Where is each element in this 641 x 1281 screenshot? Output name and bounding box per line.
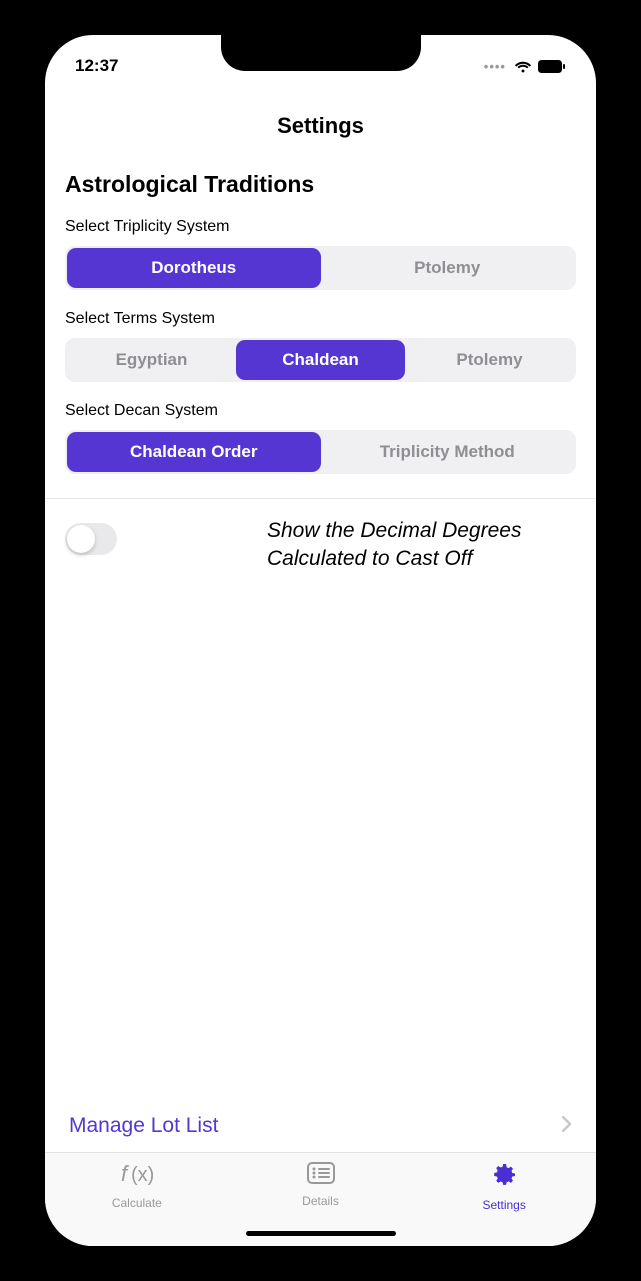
section-title: Astrological Traditions <box>65 171 576 198</box>
triplicity-segmented[interactable]: Dorotheus Ptolemy <box>65 246 576 290</box>
home-indicator[interactable] <box>246 1231 396 1236</box>
wifi-icon <box>514 60 532 73</box>
chevron-right-icon <box>562 1116 572 1137</box>
segment-ptolemy-terms[interactable]: Ptolemy <box>405 340 574 380</box>
terms-label: Select Terms System <box>65 310 576 328</box>
decimal-degrees-label: Show the Decimal Degrees Calculated to C… <box>267 517 566 574</box>
tab-calculate[interactable]: f(x) Calculate <box>45 1161 229 1212</box>
segment-dorotheus[interactable]: Dorotheus <box>67 248 321 288</box>
segment-ptolemy-trip[interactable]: Ptolemy <box>321 248 575 288</box>
fx-icon: f(x) <box>121 1161 153 1192</box>
segment-egyptian[interactable]: Egyptian <box>67 340 236 380</box>
decan-label: Select Decan System <box>65 402 576 420</box>
segment-chaldean[interactable]: Chaldean <box>236 340 405 380</box>
divider <box>45 498 596 499</box>
triplicity-label: Select Triplicity System <box>65 218 576 236</box>
battery-icon <box>538 60 566 73</box>
segment-triplicity-method[interactable]: Triplicity Method <box>321 432 575 472</box>
svg-text:(x): (x) <box>131 1164 153 1186</box>
manage-lot-list-label: Manage Lot List <box>69 1114 218 1138</box>
manage-lot-list-row[interactable]: Manage Lot List <box>65 1100 576 1152</box>
page-title: Settings <box>45 113 596 139</box>
tab-label: Details <box>302 1194 339 1208</box>
decimal-degrees-toggle[interactable] <box>65 523 117 555</box>
segment-chaldean-order[interactable]: Chaldean Order <box>67 432 321 472</box>
status-time: 12:37 <box>75 56 118 76</box>
tab-label: Calculate <box>112 1196 162 1210</box>
cellular-dots: •••• <box>484 59 506 74</box>
tab-settings[interactable]: Settings <box>412 1161 596 1212</box>
decan-segmented[interactable]: Chaldean Order Triplicity Method <box>65 430 576 474</box>
tab-label: Settings <box>483 1198 526 1212</box>
list-icon <box>306 1161 336 1190</box>
terms-segmented[interactable]: Egyptian Chaldean Ptolemy <box>65 338 576 382</box>
gear-icon <box>490 1161 518 1194</box>
svg-text:f: f <box>121 1161 130 1186</box>
tab-details[interactable]: Details <box>229 1161 413 1212</box>
